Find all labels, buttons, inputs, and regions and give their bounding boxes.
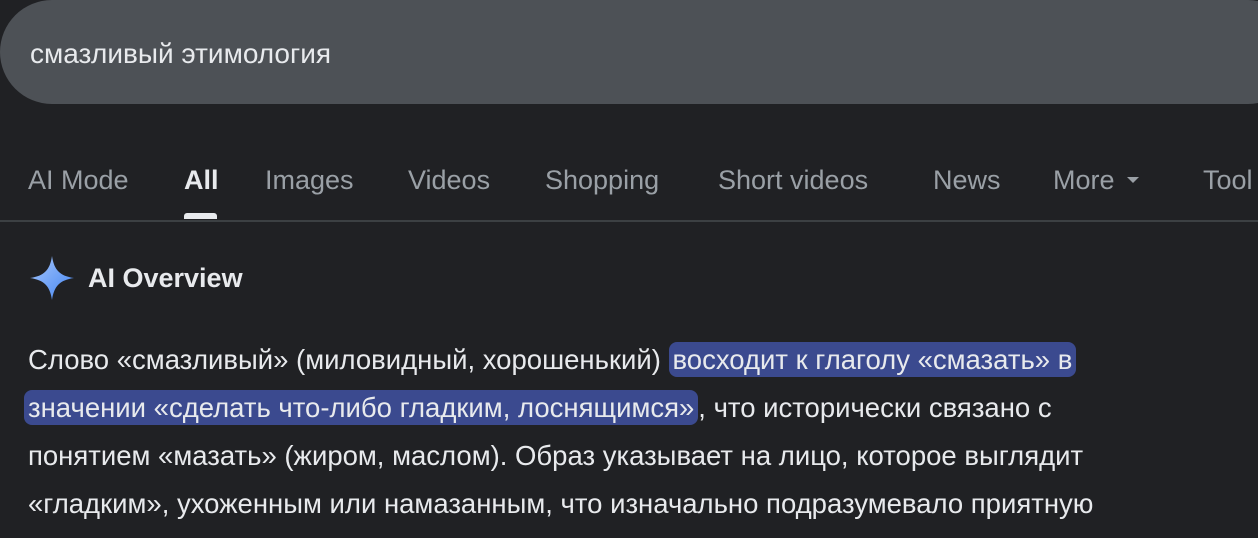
overview-line-4: «гладким», ухоженным или намазанным, что… xyxy=(28,488,1094,519)
tab-more-label: More xyxy=(1053,165,1115,195)
overview-text-highlight[interactable]: восходит к глаголу «смазать» в xyxy=(668,342,1077,377)
overview-line-2: значении «сделать что-либо гладким, лосн… xyxy=(24,384,1258,432)
overview-text-plain: , что исторически связано с xyxy=(698,392,1052,423)
ai-overview-text: Слово «смазливый» (миловидный, хорошеньк… xyxy=(24,336,1258,528)
ai-overview-title: AI Overview xyxy=(88,263,243,293)
overview-line-1: Слово «смазливый» (миловидный, хорошеньк… xyxy=(28,336,1258,384)
tab-tools[interactable]: Tool xyxy=(1203,160,1253,200)
search-tabs: AI Mode All Images Videos Shopping Short… xyxy=(0,160,1258,220)
tab-shopping[interactable]: Shopping xyxy=(545,160,659,200)
search-results-page: смазливый этимология AI Mode All Images … xyxy=(0,0,1258,538)
search-input[interactable]: смазливый этимология xyxy=(30,36,331,72)
tab-news[interactable]: News xyxy=(933,160,1001,200)
search-bar[interactable]: смазливый этимология xyxy=(0,0,1258,104)
overview-text-plain: Слово «смазливый» (миловидный, хорошеньк… xyxy=(28,344,669,375)
tab-more[interactable]: More xyxy=(1053,160,1139,200)
overview-text-highlight[interactable]: значении «сделать что-либо гладким, лосн… xyxy=(24,390,699,425)
tab-all[interactable]: All xyxy=(184,160,219,200)
tab-images[interactable]: Images xyxy=(265,160,354,200)
tab-short-videos[interactable]: Short videos xyxy=(718,160,868,200)
chevron-down-icon xyxy=(1126,176,1139,183)
overview-line-3: понятием «мазать» (жиром, маслом). Образ… xyxy=(28,440,1084,471)
sparkle-icon xyxy=(30,256,74,300)
tabs-divider xyxy=(0,220,1258,222)
tab-videos[interactable]: Videos xyxy=(408,160,490,200)
active-tab-indicator xyxy=(184,213,217,219)
tab-ai-mode[interactable]: AI Mode xyxy=(28,160,129,200)
